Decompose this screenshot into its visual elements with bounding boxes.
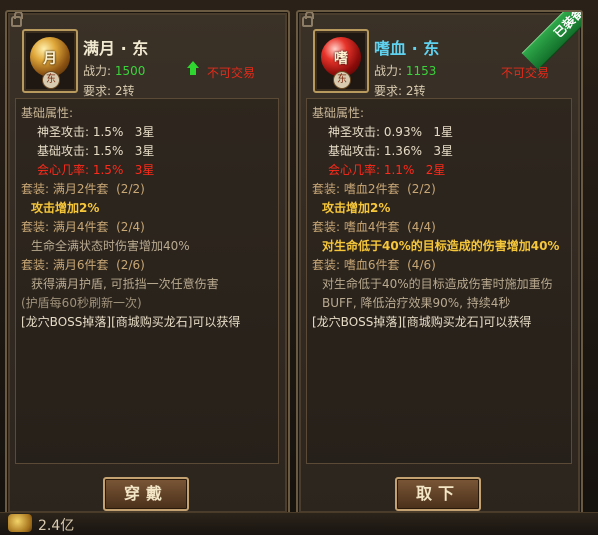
section-label: 基础属性: bbox=[312, 106, 365, 120]
section-label: 基础属性: bbox=[21, 106, 74, 120]
attr-base-attack: 基础攻击: 1.36% 3星 bbox=[328, 144, 454, 158]
power-label: 战力: bbox=[374, 64, 403, 78]
item-slot: 月 东 bbox=[22, 29, 78, 93]
set-4-bonus: 对生命低于40%的目标造成的伤害增加40% bbox=[322, 239, 560, 253]
grade-badge: 东 bbox=[42, 71, 60, 89]
gold-coin-icon bbox=[8, 514, 32, 532]
orb-glyph: 嗜 bbox=[334, 51, 348, 67]
source-text: [龙穴BOSS掉落][商城购买龙石]可以获得 bbox=[21, 315, 241, 329]
set-2-bonus: 攻击增加2% bbox=[322, 201, 391, 215]
requirement: 要求: 2转 bbox=[374, 84, 426, 98]
trade-status: 不可交易 bbox=[501, 66, 550, 80]
set-4-bonus: 生命全满状态时伤害增加40% bbox=[31, 239, 190, 253]
attribute-list: 基础属性: 神圣攻击: 1.5% 3星 基础攻击: 1.5% 3星 会心几率: … bbox=[21, 104, 279, 332]
trade-status: 不可交易 bbox=[207, 66, 256, 80]
attr-crit: 会心几率: 1.5% 3星 bbox=[37, 163, 155, 177]
set-6: 套装: 嗜血6件套 (4/6) bbox=[312, 258, 436, 272]
orb-glyph: 月 bbox=[43, 51, 57, 67]
set-6-bonus: 获得满月护盾, 可抵挡一次任意伤害 bbox=[31, 277, 219, 291]
item-name: 嗜血 · 东 bbox=[374, 39, 440, 58]
attr-holy-attack: 神圣攻击: 0.93% 1星 bbox=[328, 125, 454, 139]
set-6-bonus: 对生命低于40%的目标造成伤害时施加重伤BUFF, 降低治疗效果90%, 持续4… bbox=[322, 277, 553, 310]
power-stat: 战力: 1500 bbox=[83, 62, 145, 79]
source-text: [龙穴BOSS掉落][商城购买龙石]可以获得 bbox=[312, 315, 532, 329]
power-label: 战力: bbox=[83, 64, 112, 78]
set-2: 套装: 嗜血2件套 (2/2) bbox=[312, 182, 436, 196]
attribute-list: 基础属性: 神圣攻击: 0.93% 1星 基础攻击: 1.36% 3星 会心几率… bbox=[312, 104, 570, 332]
set-6-note: (护盾每60秒刷新一次) bbox=[21, 296, 142, 310]
item-name: 满月 · 东 bbox=[83, 39, 149, 58]
set-2-bonus: 攻击增加2% bbox=[31, 201, 100, 215]
power-value: 1500 bbox=[114, 64, 146, 78]
power-stat: 战力: 1153 bbox=[374, 62, 436, 79]
set-4: 套装: 满月4件套 (2/4) bbox=[21, 220, 145, 234]
requirement: 要求: 2转 bbox=[83, 84, 135, 98]
unequip-button[interactable]: 取下 bbox=[395, 477, 481, 511]
item-slot: 嗜 东 bbox=[313, 29, 369, 93]
attr-crit: 会心几率: 1.1% 2星 bbox=[328, 163, 446, 177]
lock-icon bbox=[11, 12, 23, 27]
grade-badge: 东 bbox=[333, 71, 351, 89]
attr-holy-attack: 神圣攻击: 1.5% 3星 bbox=[37, 125, 155, 139]
currency-amount: 2.4亿 bbox=[38, 518, 75, 534]
bottom-bar bbox=[0, 512, 598, 535]
item-tooltip-right: 已装备 嗜 东 嗜血 · 东 战力: 1153 不可交易 要求: 2转 基础属性… bbox=[296, 10, 583, 516]
item-tooltip-left: 月 东 满月 · 东 战力: 1500 不可交易 要求: 2转 基础属性: 神圣… bbox=[5, 10, 290, 516]
attr-base-attack: 基础攻击: 1.5% 3星 bbox=[37, 144, 155, 158]
set-4: 套装: 嗜血4件套 (4/4) bbox=[312, 220, 436, 234]
equipped-badge: 已装备 bbox=[521, 12, 581, 71]
set-2: 套装: 满月2件套 (2/2) bbox=[21, 182, 145, 196]
power-value: 1153 bbox=[405, 64, 437, 78]
set-6: 套装: 满月6件套 (2/6) bbox=[21, 258, 145, 272]
lock-icon bbox=[302, 12, 314, 27]
equip-button[interactable]: 穿戴 bbox=[103, 477, 189, 511]
